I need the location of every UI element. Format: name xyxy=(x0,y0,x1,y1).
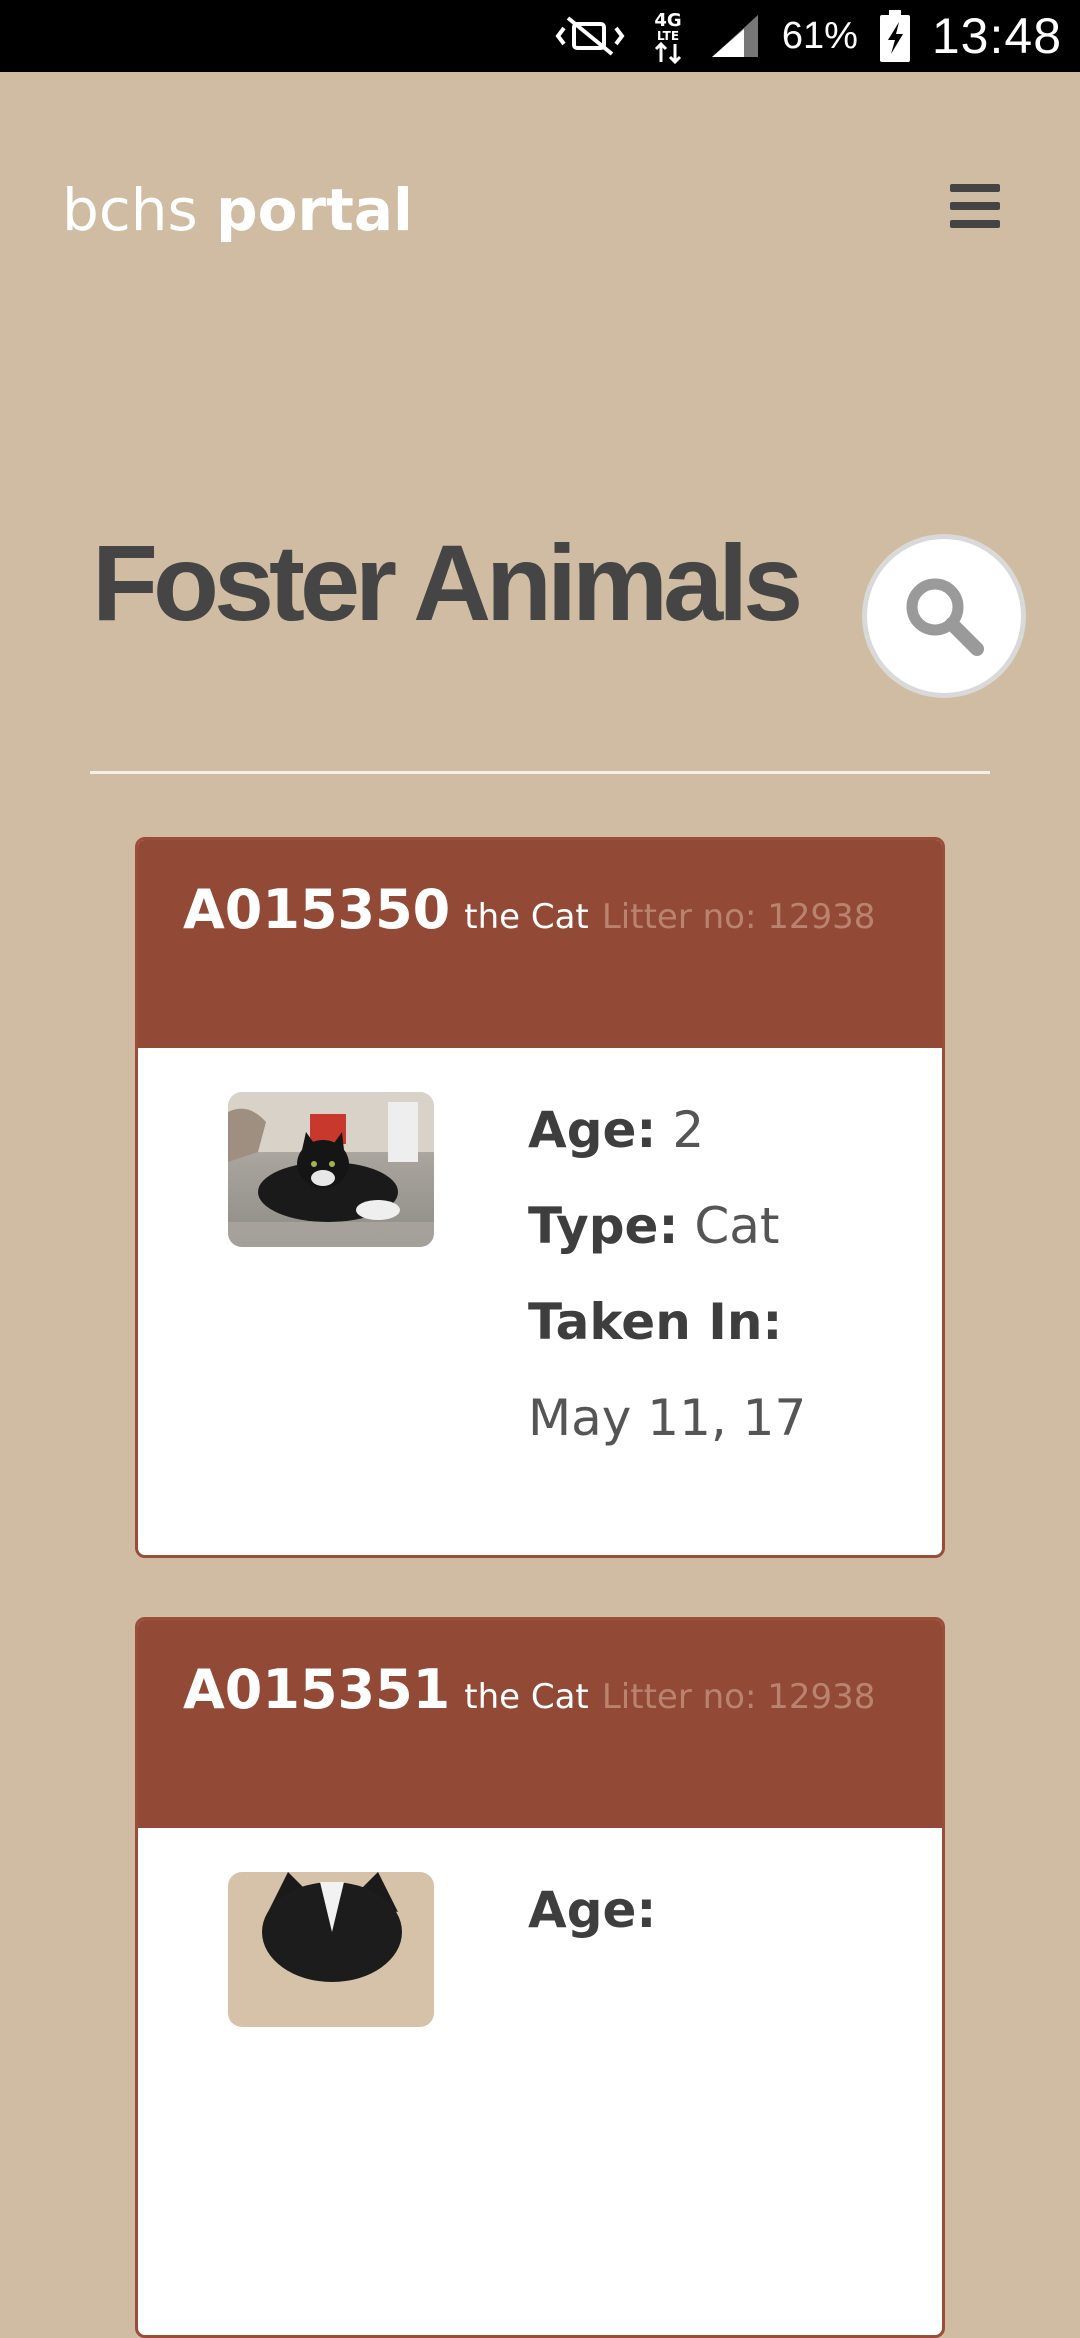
animal-kind: the Cat xyxy=(464,1677,589,1717)
age-value: 2 xyxy=(672,1101,705,1159)
animal-details: Age: 2 Type: Cat Taken In: May 11, 17 xyxy=(528,1100,806,1484)
signal-icon xyxy=(710,13,760,59)
taken-in-label: Taken In: xyxy=(528,1293,783,1351)
status-bar: 4G LTE 61% 13:48 xyxy=(0,0,1080,72)
litter-number: Litter no: 12938 xyxy=(601,897,876,937)
mute-vibrate-icon xyxy=(554,14,626,58)
animal-card-header: A015351 the Cat Litter no: 12938 xyxy=(138,1620,942,1828)
age-row: Age: 2 xyxy=(528,1100,806,1196)
taken-in-label-row: Taken In: xyxy=(528,1292,806,1388)
age-label: Age: xyxy=(528,1101,657,1159)
search-button[interactable] xyxy=(862,534,1026,698)
animal-id: A015351 xyxy=(183,1658,451,1721)
animal-kind: the Cat xyxy=(464,897,589,937)
title-divider xyxy=(90,771,990,774)
animal-photo[interactable] xyxy=(228,1092,434,1247)
battery-percent: 61% xyxy=(781,14,858,57)
svg-text:LTE: LTE xyxy=(657,29,679,43)
app-logo[interactable]: bchs portal xyxy=(62,176,413,244)
animal-details: Age: xyxy=(528,1880,656,1976)
age-label: Age: xyxy=(528,1881,657,1939)
type-label: Type: xyxy=(528,1197,679,1255)
clock: 13:48 xyxy=(931,8,1062,64)
type-value: Cat xyxy=(694,1197,780,1255)
logo-bold-text: portal xyxy=(216,176,413,244)
svg-text:4G: 4G xyxy=(654,10,681,31)
age-row: Age: xyxy=(528,1880,656,1976)
taken-in-value-row: May 11, 17 xyxy=(528,1388,806,1484)
animal-card[interactable]: A015350 the Cat Litter no: 12938 Age: 2 … xyxy=(135,837,945,1558)
type-row: Type: Cat xyxy=(528,1196,806,1292)
battery-charging-icon xyxy=(879,10,910,62)
animal-card-body: Age: xyxy=(138,1828,942,2335)
data-4g-icon: 4G LTE xyxy=(648,8,688,64)
logo-light-text: bchs xyxy=(62,176,198,244)
search-icon xyxy=(906,578,984,656)
animal-id: A015350 xyxy=(183,878,451,941)
page-title: Foster Animals xyxy=(92,522,803,643)
animal-card-header: A015350 the Cat Litter no: 12938 xyxy=(138,840,942,1048)
animal-card-body: Age: 2 Type: Cat Taken In: May 11, 17 xyxy=(138,1048,942,1555)
animal-card[interactable]: A015351 the Cat Litter no: 12938 Age: xyxy=(135,1617,945,2338)
hamburger-menu-icon[interactable] xyxy=(950,184,1000,228)
animal-photo[interactable] xyxy=(228,1872,434,2027)
litter-number: Litter no: 12938 xyxy=(601,1677,876,1717)
taken-in-value: May 11, 17 xyxy=(528,1389,807,1447)
app-header: bchs portal xyxy=(0,72,1080,352)
